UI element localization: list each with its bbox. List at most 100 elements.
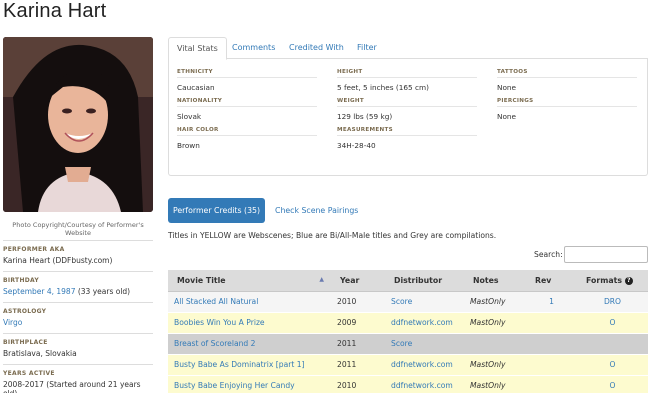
movie-title-cell: Busty Babe Enjoying Her Candy	[168, 375, 331, 393]
sidebar-aka: PERFORMER AKA Karina Heart (DDFbusty.com…	[3, 240, 153, 271]
sidebar-label: ASTROLOGY	[3, 302, 153, 316]
movie-title-cell: All Stacked All Natural	[168, 291, 331, 313]
formats-link[interactable]: O	[610, 318, 616, 327]
col-movie-title[interactable]: Movie Title ▲	[168, 270, 331, 292]
table-row: Busty Babe Enjoying Her Candy 2010 ddfnetw…	[168, 375, 648, 393]
formats-cell: O	[577, 312, 648, 334]
stat-label: HEIGHT	[337, 69, 477, 78]
distributor-cell: Score	[385, 333, 464, 355]
table-header-row: Movie Title ▲ Year Distributor Notes Rev …	[168, 270, 648, 292]
rev-cell	[526, 312, 577, 334]
stat-label: NATIONALITY	[177, 98, 317, 107]
movie-title-cell: Busty Babe As Dominatrix [part 1]	[168, 354, 331, 376]
notes-cell: MastOnly	[464, 291, 526, 313]
stat-value: Brown	[177, 141, 200, 150]
sidebar-label: YEARS ACTIVE	[3, 364, 153, 378]
stat-label: TATTOOS	[497, 69, 637, 78]
performer-credits-button[interactable]: Performer Credits (35)	[168, 198, 265, 223]
sidebar-label: BIRTHPLACE	[3, 333, 153, 347]
profile-tabs: Vital Stats Comments Credited With Filte…	[168, 37, 648, 60]
rev-cell	[526, 375, 577, 393]
col-rev[interactable]: Rev	[526, 270, 577, 292]
distributor-link[interactable]: ddfnetwork.com	[391, 318, 453, 327]
search-label: Search:	[534, 250, 563, 259]
sidebar-value: Bratislava, Slovakia	[3, 349, 77, 358]
distributor-link[interactable]: Score	[391, 297, 412, 306]
notes-cell: MastOnly	[464, 375, 526, 393]
stat-label: HAIR COLOR	[177, 127, 317, 136]
year-cell: 2011	[331, 333, 385, 355]
search-input[interactable]	[564, 246, 648, 263]
tab-comments[interactable]: Comments	[224, 37, 283, 60]
movie-title-link[interactable]: All Stacked All Natural	[174, 297, 258, 306]
col-year[interactable]: Year	[331, 270, 385, 292]
movie-title-cell: Boobies Win You A Prize	[168, 312, 331, 334]
table-row: All Stacked All Natural 2010 Score MastOnly…	[168, 291, 648, 313]
stat-label: MEASUREMENTS	[337, 127, 477, 136]
col-notes[interactable]: Notes	[464, 270, 526, 292]
stat-label: PIERCINGS	[497, 98, 637, 107]
formats-cell: O	[577, 354, 648, 376]
sidebar-value: 2008-2017 (Started around 21 years old)	[3, 380, 141, 393]
col-formats[interactable]: Formats ?	[577, 270, 648, 292]
performer-photo	[3, 37, 153, 212]
rev-link[interactable]: 1	[549, 297, 554, 306]
year-cell: 2009	[331, 312, 385, 334]
sidebar-birthday: BIRTHDAY September 4, 1987 (33 years old…	[3, 271, 153, 302]
formats-link[interactable]: O	[610, 360, 616, 369]
movie-title-link[interactable]: Boobies Win You A Prize	[174, 318, 265, 327]
distributor-link[interactable]: ddfnetwork.com	[391, 381, 453, 390]
stat-value: Caucasian	[177, 83, 215, 92]
col-distributor[interactable]: Distributor	[385, 270, 464, 292]
formats-link[interactable]: O	[610, 381, 616, 390]
table-row: Boobies Win You A Prize 2009 ddfnetwork.co…	[168, 312, 648, 334]
movie-title-link[interactable]: Breast of Scoreland 2	[174, 339, 255, 348]
year-cell: 2010	[331, 375, 385, 393]
movie-title-link[interactable]: Busty Babe As Dominatrix [part 1]	[174, 360, 305, 369]
stat-value: None	[497, 83, 517, 92]
credits-table: Movie Title ▲ Year Distributor Notes Rev …	[168, 270, 648, 393]
formats-link[interactable]: DRO	[604, 297, 621, 306]
stat-value: None	[497, 112, 517, 121]
rev-cell: 1	[526, 291, 577, 313]
vital-stats-panel: ETHNICITY Caucasian NATIONALITY Slovak H…	[168, 59, 648, 176]
tab-vital-stats[interactable]: Vital Stats	[168, 37, 227, 60]
distributor-cell: ddfnetwork.com	[385, 354, 464, 376]
page-title: Karina Hart	[3, 0, 107, 22]
stat-value: 34H-28-40	[337, 141, 376, 150]
distributor-link[interactable]: ddfnetwork.com	[391, 360, 453, 369]
sidebar-birthplace: BIRTHPLACE Bratislava, Slovakia	[3, 333, 153, 364]
birthday-link[interactable]: September 4, 1987	[3, 287, 75, 296]
sidebar-years-active: YEARS ACTIVE 2008-2017 (Started around 2…	[3, 364, 153, 393]
vital-col-1: ETHNICITY Caucasian NATIONALITY Slovak H…	[177, 69, 317, 156]
formats-cell	[577, 333, 648, 355]
year-cell: 2011	[331, 354, 385, 376]
legend-note: Titles in YELLOW are Webscenes; Blue are…	[168, 231, 497, 240]
formats-cell: O	[577, 375, 648, 393]
rev-cell	[526, 354, 577, 376]
check-scene-pairings-link[interactable]: Check Scene Pairings	[275, 198, 358, 223]
distributor-cell: ddfnetwork.com	[385, 312, 464, 334]
notes-cell: MastOnly	[464, 312, 526, 334]
info-icon[interactable]: ?	[624, 276, 633, 285]
distributor-cell: ddfnetwork.com	[385, 375, 464, 393]
year-cell: 2010	[331, 291, 385, 313]
notes-cell: MastOnly	[464, 354, 526, 376]
movie-title-cell: Breast of Scoreland 2	[168, 333, 331, 355]
photo-caption: Photo Copyright/Courtesy of Performer's …	[12, 221, 144, 237]
distributor-link[interactable]: Score	[391, 339, 412, 348]
tab-filter[interactable]: Filter	[349, 37, 385, 60]
table-row: Breast of Scoreland 2 2011 Score	[168, 333, 648, 355]
astrology-link[interactable]: Virgo	[3, 318, 22, 327]
vital-col-3: TATTOOS None PIERCINGS None	[497, 69, 637, 127]
stat-value: 5 feet, 5 inches (165 cm)	[337, 83, 429, 92]
rev-cell	[526, 333, 577, 355]
stat-label: WEIGHT	[337, 98, 477, 107]
sidebar-label: PERFORMER AKA	[3, 240, 153, 254]
tab-credited-with[interactable]: Credited With	[281, 37, 352, 60]
sidebar-value: September 4, 1987 (33 years old)	[3, 285, 153, 302]
sidebar-label: BIRTHDAY	[3, 271, 153, 285]
notes-cell	[464, 333, 526, 355]
age-text: (33 years old)	[75, 287, 131, 296]
movie-title-link[interactable]: Busty Babe Enjoying Her Candy	[174, 381, 295, 390]
